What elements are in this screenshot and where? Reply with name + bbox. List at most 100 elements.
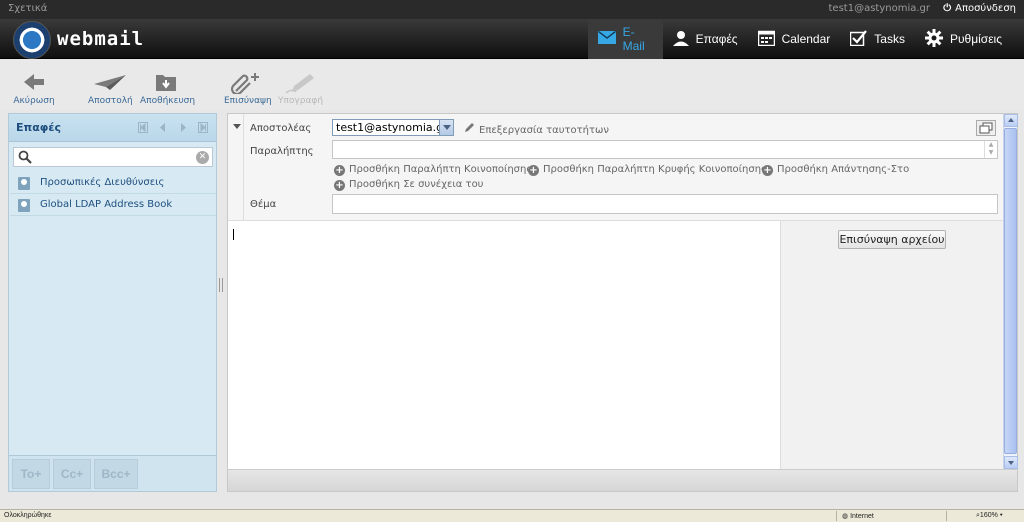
add-bcc-link[interactable]: + Προσθήκη Παραλήπτη Κρυφής Κοινοποίησης: [528, 164, 767, 176]
person-icon: [672, 30, 689, 49]
subject-label: Θέμα: [250, 199, 277, 210]
collapse-headers-icon[interactable]: [233, 124, 241, 129]
clear-search-icon[interactable]: ✕: [196, 151, 209, 164]
contacts-panel: Επαφές ✕ Προσωπικές Διευθύνσεις Global L…: [8, 113, 217, 492]
checkbox-icon: [850, 29, 868, 49]
attach-button[interactable]: Επισύναψη: [224, 72, 272, 106]
nav-contacts-label: Επαφές: [695, 32, 738, 46]
to-field[interactable]: ▲ ▼: [332, 140, 998, 159]
cancel-label: Ακύρωση: [13, 96, 55, 106]
nav-email[interactable]: E-Mail: [587, 19, 663, 59]
envelope-icon: [597, 30, 616, 47]
add-cc-label: Προσθήκη Παραλήπτη Κοινοποίησης: [349, 164, 533, 175]
nav-tasks[interactable]: Tasks: [840, 19, 915, 59]
compose-form: Αποστολέας test1@astynomia.gr Επεξεργασί…: [227, 113, 1018, 492]
nav-settings[interactable]: Ρυθμίσεις: [915, 19, 1024, 59]
compose-footer: [228, 469, 1017, 491]
scroll-down-arrow-icon[interactable]: [1004, 456, 1018, 469]
address-book-icon: [18, 199, 30, 212]
nav-calendar[interactable]: Calendar: [748, 19, 841, 59]
zoom-value: 160%: [979, 512, 998, 519]
recipient-buttons: To+ Cc+ Bcc+: [9, 455, 216, 491]
cancel-button[interactable]: Ακύρωση: [13, 72, 55, 106]
from-value: test1@astynomia.gr: [336, 121, 448, 134]
to-field-spinner[interactable]: ▲ ▼: [984, 141, 997, 158]
paperclip-icon: [224, 72, 268, 96]
globe-icon: ◍: [842, 513, 849, 520]
paper-plane-icon: [88, 72, 132, 94]
open-in-window-icon[interactable]: [976, 120, 996, 136]
save-label: Αποθήκευση: [140, 96, 196, 106]
divider: [836, 511, 837, 521]
app-name: webmail: [57, 28, 145, 50]
first-page-icon[interactable]: [138, 122, 148, 133]
calendar-icon: [757, 30, 775, 49]
nav-email-label: E-Mail: [622, 25, 645, 53]
next-page-icon[interactable]: [178, 122, 188, 133]
subject-input[interactable]: [332, 194, 998, 214]
attach-file-button[interactable]: Επισύναψη αρχείου: [838, 230, 946, 249]
nav-calendar-label: Calendar: [781, 32, 831, 46]
security-zone: ◍ Internet: [842, 512, 874, 520]
status-text: Ολοκληρώθηκε: [4, 512, 52, 519]
address-book-icon: [18, 177, 30, 190]
from-label: Αποστολέας: [250, 123, 312, 134]
message-body-editor[interactable]: [228, 221, 781, 469]
plus-circle-icon: +: [334, 180, 345, 191]
add-bcc-label: Προσθήκη Παραλήπτη Κρυφής Κοινοποίησης: [543, 164, 767, 175]
compose-headers: Αποστολέας test1@astynomia.gr Επεξεργασί…: [228, 114, 1003, 221]
to-label: Παραλήπτης: [250, 146, 314, 157]
divider: [946, 511, 947, 521]
nav-contacts[interactable]: Επαφές: [663, 19, 748, 59]
top-info-bar: Σχετικά test1@astynomia.gr ⏻ Αποσύνδεση: [0, 0, 1024, 19]
signature-label: Υπογραφή: [278, 96, 324, 106]
app-header: webmail E-Mail Επαφές Calendar Tasks Ρυθ…: [0, 19, 1024, 59]
pen-icon: [278, 72, 322, 94]
logout-label: Αποσύνδεση: [955, 3, 1016, 14]
add-followup-label: Προσθήκη Σε συνέχεια του: [349, 179, 484, 190]
add-cc-link[interactable]: + Προσθήκη Παραλήπτη Κοινοποίησης: [334, 164, 532, 176]
contacts-search-input[interactable]: ✕: [13, 147, 213, 167]
logout-button[interactable]: ⏻ Αποσύνδεση: [943, 3, 1016, 14]
pencil-icon: [464, 122, 475, 136]
address-book-label: Global LDAP Address Book: [40, 199, 173, 210]
panel-splitter[interactable]: [219, 278, 223, 292]
from-select[interactable]: test1@astynomia.gr: [332, 119, 454, 136]
scroll-thumb[interactable]: [1004, 128, 1017, 454]
address-book-ldap[interactable]: Global LDAP Address Book: [10, 195, 216, 216]
back-arrow-icon: [13, 72, 55, 94]
send-button[interactable]: Αποστολή: [88, 72, 133, 106]
police-seal-logo: [13, 21, 51, 59]
zoom-level[interactable]: ⌕160% ▾: [976, 512, 1003, 520]
signature-button[interactable]: Υπογραφή: [278, 72, 324, 106]
about-link[interactable]: Σχετικά: [8, 3, 47, 14]
plus-circle-icon: +: [334, 165, 345, 176]
user-email: test1@astynomia.gr: [828, 3, 930, 14]
add-reply-to-link[interactable]: + Προσθήκη Απάντησης-Στο: [762, 164, 909, 176]
address-book-personal[interactable]: Προσωπικές Διευθύνσεις: [10, 173, 216, 194]
add-reply-to-label: Προσθήκη Απάντησης-Στο: [777, 164, 910, 175]
main-nav: E-Mail Επαφές Calendar Tasks Ρυθμίσεις: [587, 19, 1024, 59]
plus-circle-icon: +: [528, 165, 539, 176]
vertical-scrollbar[interactable]: [1003, 114, 1018, 469]
gear-icon: [924, 28, 943, 50]
search-icon: [18, 150, 32, 167]
add-to-button[interactable]: To+: [12, 459, 50, 489]
prev-page-icon[interactable]: [158, 122, 168, 133]
last-page-icon[interactable]: [198, 122, 208, 133]
address-book-label: Προσωπικές Διευθύνσεις: [40, 177, 165, 188]
security-zone-label: Internet: [850, 513, 874, 520]
add-followup-link[interactable]: + Προσθήκη Σε συνέχεια του: [334, 179, 483, 191]
save-button[interactable]: Αποθήκευση: [140, 72, 196, 106]
chevron-down-icon: [439, 120, 453, 135]
attach-label: Επισύναψη: [224, 96, 272, 106]
add-bcc-button[interactable]: Bcc+: [94, 459, 138, 489]
text-cursor: [233, 229, 234, 240]
edit-identities-link[interactable]: Επεξεργασία ταυτοτήτων: [464, 122, 609, 136]
browser-status-bar: Ολοκληρώθηκε ◍ Internet ⌕160% ▾: [0, 509, 1024, 522]
scroll-up-arrow-icon[interactable]: [1004, 114, 1018, 127]
add-cc-button[interactable]: Cc+: [53, 459, 91, 489]
compose-toolbar: Ακύρωση Αποστολή Αποθήκευση Επισύναψη Υπ…: [0, 60, 1024, 110]
save-box-icon: [140, 72, 192, 94]
edit-identities-label: Επεξεργασία ταυτοτήτων: [479, 125, 609, 136]
